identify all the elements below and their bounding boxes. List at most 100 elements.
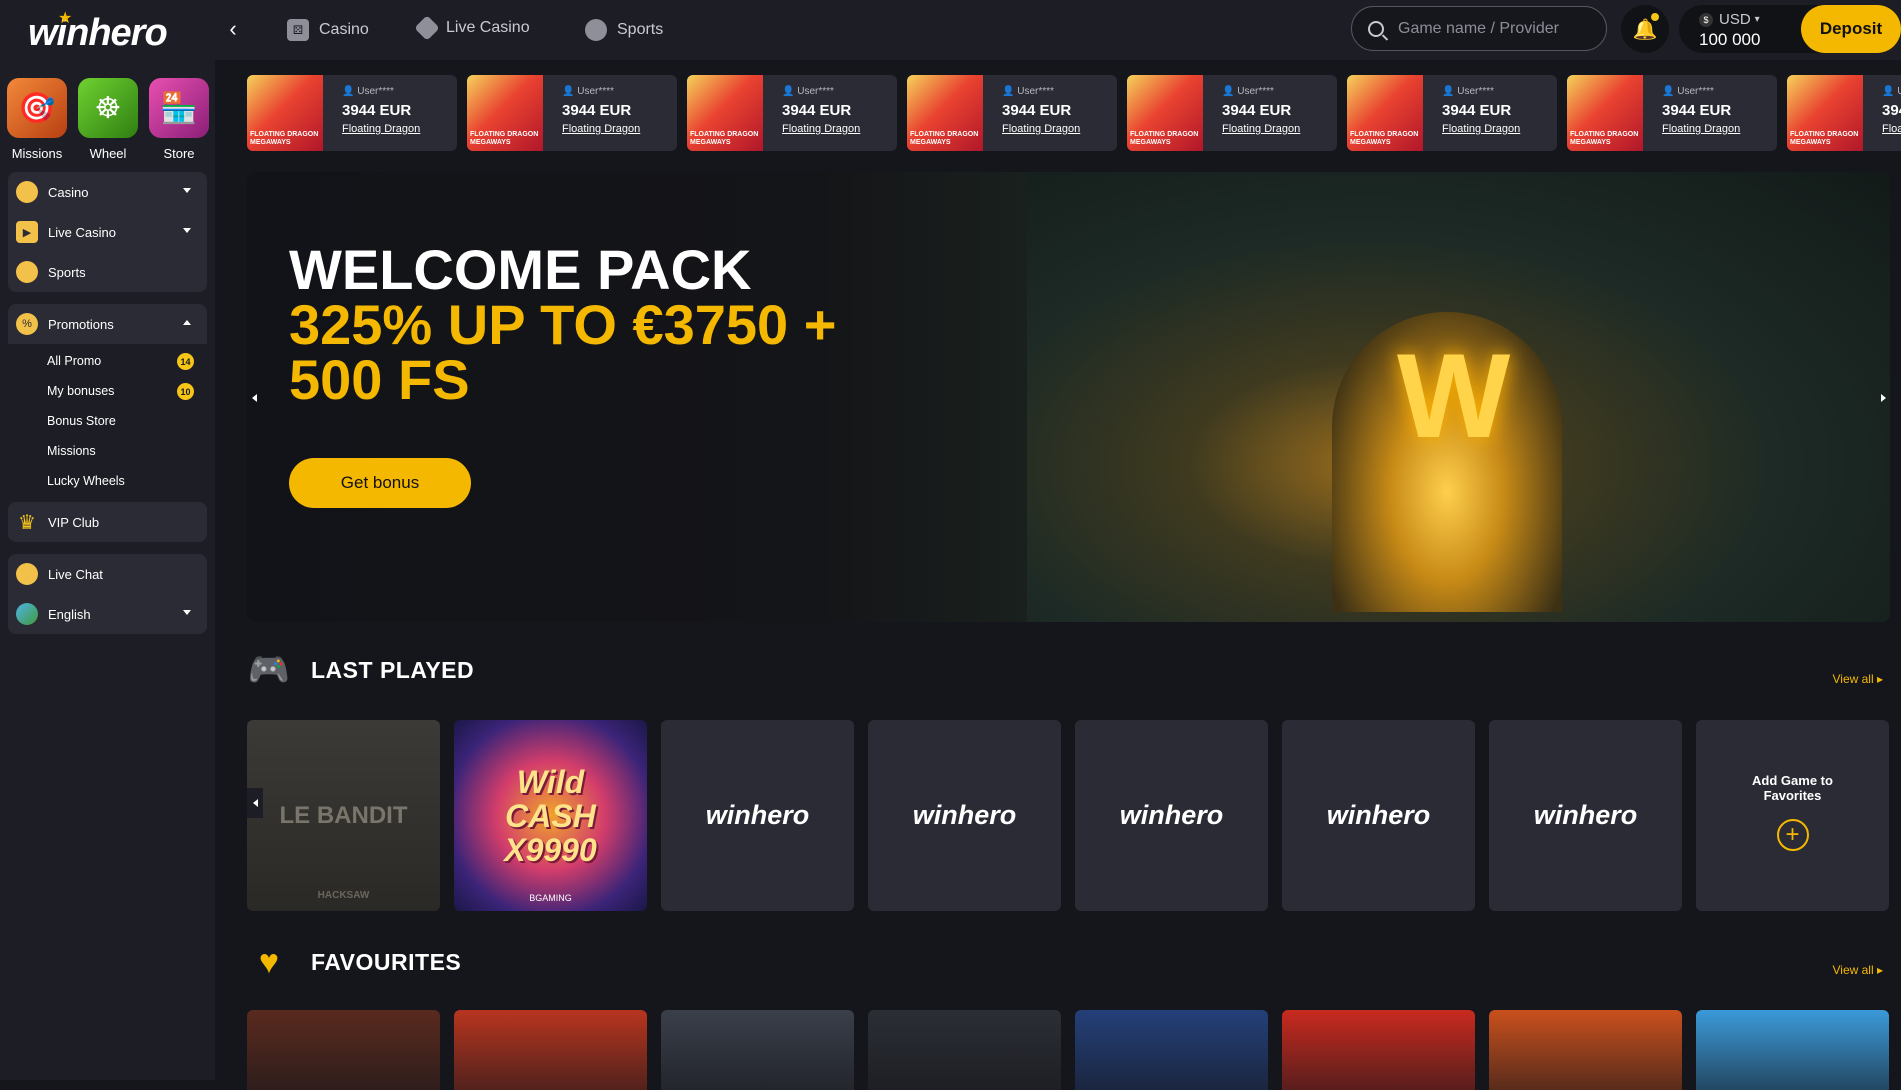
sidebar-item-sports[interactable]: Sports <box>8 252 207 292</box>
deposit-button[interactable]: Deposit <box>1801 5 1901 53</box>
provider-label: BGAMING <box>529 893 572 903</box>
win-amount: 3944 EUR <box>1882 102 1901 119</box>
hero-prev-arrow-icon[interactable] <box>247 387 261 409</box>
win-ticker-item[interactable]: FLOATING DRAGON MEGAWAYS 👤 User**** 3944 E… <box>1567 75 1777 151</box>
thumbnail-text: FLOATING DRAGON MEGAWAYS <box>470 131 539 146</box>
chevron-down-icon <box>183 188 191 193</box>
favourite-game-card[interactable] <box>1489 1010 1682 1090</box>
heart-icon: ♥ <box>258 942 280 981</box>
favourite-game-card[interactable] <box>247 1010 440 1090</box>
sidebar-item-label: Casino <box>48 184 89 200</box>
game-card-placeholder[interactable]: winhero <box>868 720 1061 911</box>
add-favorite-card[interactable]: Add Game to Favorites + <box>1696 720 1889 911</box>
search-box[interactable] <box>1351 6 1607 51</box>
game-link[interactable]: Floating Dragon <box>1002 123 1080 135</box>
win-ticker-item[interactable]: FLOATING DRAGON MEGAWAYS 👤 User**** 3944 E… <box>907 75 1117 151</box>
win-ticker-item[interactable]: FLOATING DRAGON MEGAWAYS 👤 User**** 3944 E… <box>467 75 677 151</box>
sub-label: Missions <box>47 444 96 458</box>
sub-label: My bonuses <box>47 384 115 398</box>
promotions-header[interactable]: % Promotions <box>8 304 207 344</box>
last-played-header: 🎮 LAST PLAYED <box>247 648 474 692</box>
chevron-down-icon <box>183 610 191 615</box>
user-name: User**** <box>357 86 394 97</box>
search-input[interactable] <box>1398 19 1598 38</box>
sidebar-item-vip-club[interactable]: ♛ VIP Club <box>8 502 207 542</box>
game-thumbnail: FLOATING DRAGON MEGAWAYS <box>1567 75 1643 151</box>
hero-next-arrow-icon[interactable] <box>1876 387 1890 409</box>
dice-icon: ⚄ <box>287 19 309 41</box>
win-ticker-item[interactable]: FLOATING DRAGON MEGAWAYS 👤 User**** 3944 E… <box>1347 75 1557 151</box>
favourite-game-card[interactable] <box>868 1010 1061 1090</box>
game-link[interactable]: Floating Dragon <box>1882 123 1901 135</box>
last-played-view-all[interactable]: View all ▸ <box>1833 672 1884 686</box>
game-title: LE BANDIT <box>279 801 408 829</box>
user-name: User**** <box>577 86 614 97</box>
sidebar-item-lucky-wheels[interactable]: Lucky Wheels <box>8 466 207 496</box>
tab-sports[interactable]: Sports <box>585 19 663 41</box>
sidebar-item-missions[interactable]: Missions <box>8 436 207 466</box>
quick-store[interactable]: 🏪 Store <box>148 78 210 161</box>
game-card-placeholder[interactable]: winhero <box>1282 720 1475 911</box>
view-all-label: View all <box>1832 672 1874 686</box>
collapse-sidebar-icon[interactable]: ‹ <box>219 16 247 44</box>
tab-label: Casino <box>319 21 369 38</box>
count-badge: 10 <box>177 383 194 400</box>
last-played-prev-arrow-icon[interactable] <box>247 788 263 818</box>
logo-text: winhero <box>28 11 168 54</box>
game-card[interactable]: Wild CASH X9990 BGAMING <box>454 720 647 911</box>
favourite-game-card[interactable] <box>454 1010 647 1090</box>
recent-wins-ticker: FLOATING DRAGON MEGAWAYS 👤 User**** 3944 E… <box>247 75 1901 151</box>
sidebar-item-my-bonuses[interactable]: My bonuses 10 <box>8 376 207 406</box>
user-name: User**** <box>1017 86 1054 97</box>
game-card[interactable]: LE BANDIT HACKSAW <box>247 720 440 911</box>
game-title: Wild CASH X9990 <box>504 763 597 868</box>
thumbnail-text: FLOATING DRAGON MEGAWAYS <box>1130 131 1199 146</box>
sidebar-item-casino[interactable]: Casino <box>8 172 207 212</box>
game-link[interactable]: Floating Dragon <box>342 123 420 135</box>
win-ticker-item[interactable]: FLOATING DRAGON MEGAWAYS 👤 User**** 3944 E… <box>687 75 897 151</box>
sidebar-item-bonus-store[interactable]: Bonus Store <box>8 406 207 436</box>
top-header: ‹ ⚄ Casino Live Casino Sports 🔔 $ USD▾ 100… <box>215 0 1901 60</box>
sidebar-item-live-casino[interactable]: ▶ Live Casino <box>8 212 207 252</box>
game-card-placeholder[interactable]: winhero <box>1489 720 1682 911</box>
chevron-down-icon <box>183 228 191 233</box>
win-ticker-item[interactable]: FLOATING DRAGON MEGAWAYS 👤 User**** 3944 E… <box>1787 75 1901 151</box>
winner-user: 👤 User**** <box>1662 86 1714 97</box>
sidebar-item-promotions[interactable]: % Promotions <box>8 304 207 344</box>
tab-live-casino[interactable]: Live Casino <box>414 15 530 41</box>
vip-panel: ♛ VIP Club <box>8 502 207 542</box>
favourites-view-all[interactable]: View all ▸ <box>1833 963 1884 977</box>
favourites-header: ♥ FAVOURITES <box>247 940 461 984</box>
win-amount: 3944 EUR <box>1662 102 1732 119</box>
sidebar-item-all-promo[interactable]: All Promo 14 <box>8 346 207 376</box>
quick-store-label: Store <box>163 146 195 161</box>
favourite-game-card[interactable] <box>661 1010 854 1090</box>
tab-casino[interactable]: ⚄ Casino <box>287 19 369 41</box>
game-link[interactable]: Floating Dragon <box>782 123 860 135</box>
currency-select[interactable]: $ USD ▾ <box>1699 11 1760 28</box>
quick-wheel[interactable]: ☸ Wheel <box>77 78 139 161</box>
add-favorite-label: Add Game to Favorites <box>1752 772 1833 803</box>
get-bonus-button[interactable]: Get bonus <box>289 458 471 508</box>
sidebar-item-live-chat[interactable]: Live Chat <box>8 554 207 594</box>
game-link[interactable]: Floating Dragon <box>1442 123 1520 135</box>
game-link[interactable]: Floating Dragon <box>1222 123 1300 135</box>
win-amount: 3944 EUR <box>1222 102 1292 119</box>
brand-logo: winhero <box>705 800 810 830</box>
game-card-placeholder[interactable]: winhero <box>1075 720 1268 911</box>
win-amount: 3944 EUR <box>1442 102 1512 119</box>
win-ticker-item[interactable]: FLOATING DRAGON MEGAWAYS 👤 User**** 3944 E… <box>1127 75 1337 151</box>
notifications-button[interactable]: 🔔 <box>1621 5 1669 53</box>
game-link[interactable]: Floating Dragon <box>1662 123 1740 135</box>
winner-user: 👤 User**** <box>1002 86 1054 97</box>
win-ticker-item[interactable]: FLOATING DRAGON MEGAWAYS 👤 User**** 3944 E… <box>247 75 457 151</box>
favourite-game-card[interactable] <box>1282 1010 1475 1090</box>
crown-icon: ♛ <box>18 511 36 534</box>
favourite-game-card[interactable] <box>1696 1010 1889 1090</box>
game-card-placeholder[interactable]: winhero <box>661 720 854 911</box>
logo[interactable]: winhero ★ <box>28 10 168 56</box>
favourite-game-card[interactable] <box>1075 1010 1268 1090</box>
quick-missions[interactable]: 🎯 Missions <box>6 78 68 161</box>
language-select[interactable]: English <box>8 594 207 634</box>
game-link[interactable]: Floating Dragon <box>562 123 640 135</box>
